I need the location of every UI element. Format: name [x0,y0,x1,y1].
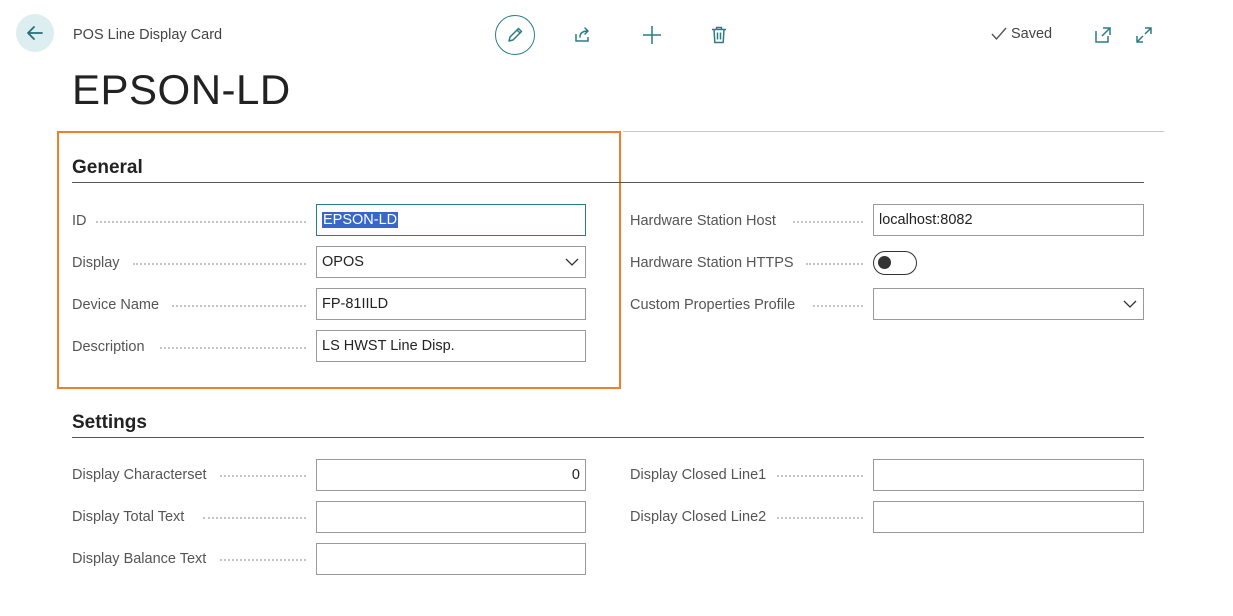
custom-profile-dropdown[interactable] [873,288,1144,320]
open-new-window-icon [1095,27,1111,43]
back-arrow-icon [27,26,43,40]
pencil-icon [508,27,523,42]
share-button[interactable] [570,22,596,48]
edit-button[interactable] [495,15,535,55]
closed-line2-field[interactable] [873,501,1144,533]
closed-line1-field[interactable] [873,459,1144,491]
description-label: Description [72,339,145,355]
custom-profile-label: Custom Properties Profile [630,297,796,313]
description-leader-dots [160,347,306,349]
back-button[interactable] [16,14,54,52]
expand-button[interactable] [1131,22,1157,48]
closed-line1-leader-dots [777,475,863,477]
plus-icon [643,26,661,44]
charset-leader-dots [220,475,306,477]
id-value: EPSON-LD [322,212,399,228]
closed-line2-label: Display Closed Line2 [630,509,767,525]
device-name-leader-dots [172,305,306,307]
open-new-window-button[interactable] [1090,22,1116,48]
chevron-down-icon [1123,300,1137,308]
charset-label: Display Characterset [72,467,207,483]
closed-line1-label: Display Closed Line1 [630,467,767,483]
balance-text-label: Display Balance Text [72,551,207,567]
hw-host-field[interactable]: localhost:8082 [873,204,1144,236]
custom-profile-leader-dots [813,305,863,307]
total-text-label: Display Total Text [72,509,185,525]
charset-value: 0 [571,467,580,483]
expand-icon [1136,27,1152,43]
hw-host-label: Hardware Station Host [630,213,776,229]
closed-line2-leader-dots [777,517,863,519]
delete-button[interactable] [706,22,732,48]
id-label: ID [72,213,87,229]
saved-label: Saved [1011,26,1053,42]
new-button[interactable] [639,22,665,48]
device-name-value: FP-81IILD [322,296,389,312]
share-icon [575,27,589,42]
saved-status: Saved [990,26,1052,42]
display-leader-dots [133,263,306,265]
total-text-leader-dots [203,517,306,519]
chevron-down-icon [565,258,579,266]
toggle-knob [878,256,891,269]
trash-icon [712,26,726,44]
balance-text-leader-dots [220,559,306,561]
header-divider [623,131,1164,132]
general-section-divider [72,182,1144,183]
device-name-field[interactable]: FP-81IILD [316,288,586,320]
total-text-field[interactable] [316,501,586,533]
hw-host-value: localhost:8082 [879,212,973,228]
charset-field[interactable]: 0 [316,459,586,491]
settings-section-divider [72,437,1144,438]
display-value: OPOS [322,254,364,270]
checkmark-icon [991,27,1007,41]
page-caption: POS Line Display Card [73,27,223,43]
description-value: LS HWST Line Disp. [322,338,455,354]
page-title: EPSON-LD [72,66,291,113]
general-section-title: General [72,157,143,178]
id-field[interactable]: EPSON-LD [316,204,586,236]
display-label: Display [72,255,120,271]
balance-text-field[interactable] [316,543,586,575]
display-dropdown[interactable]: OPOS [316,246,586,278]
settings-section-title: Settings [72,412,147,433]
hw-https-leader-dots [806,263,863,265]
device-name-label: Device Name [72,297,160,313]
id-leader-dots [96,221,306,223]
description-field[interactable]: LS HWST Line Disp. [316,330,586,362]
hw-https-toggle[interactable] [873,251,917,275]
hw-https-label: Hardware Station HTTPS [630,255,794,271]
hw-host-leader-dots [793,221,863,223]
